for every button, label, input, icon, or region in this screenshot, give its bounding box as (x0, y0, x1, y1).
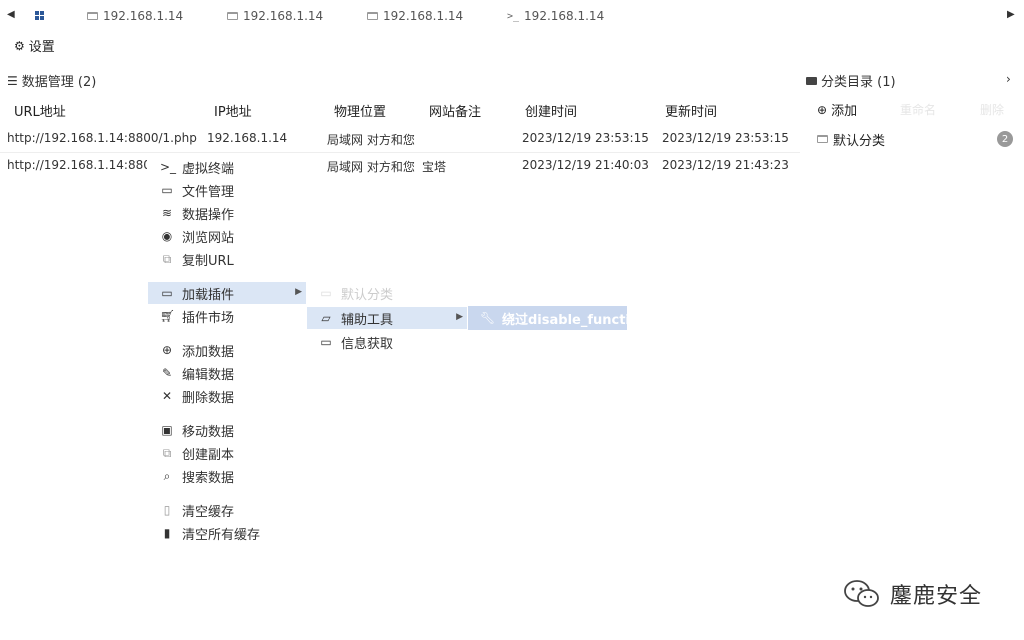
cell-updated: 2023/12/19 21:43:23 (662, 158, 789, 172)
chevron-right-icon[interactable]: › (1006, 72, 1011, 86)
cell-note: 宝塔 (422, 160, 447, 174)
move-icon: ▣ (161, 423, 173, 437)
list-icon: ☰ (7, 73, 18, 88)
trash-icon: ▮ (163, 526, 171, 540)
folder-open-icon: ▱ (321, 311, 331, 325)
category-item[interactable]: 默认分类 2 (817, 129, 1013, 149)
context-menu: >_ 虚拟终端 ▭ 文件管理 ≋ 数据操作 ◉ 浏览网站 ⧉ 复制URL ▭ 加载插件 ▶ … (148, 154, 306, 546)
data-panel-header: ☰ 数据管理 (2) (7, 73, 97, 91)
submenu-default-category[interactable]: ▭ 默认分类 (319, 282, 393, 304)
tools-submenu: 🔧︎ 绕过disable_functions (468, 306, 656, 330)
menu-copy-url[interactable]: ⧉ 复制URL (160, 248, 234, 270)
column-location[interactable]: 物理位置 (334, 101, 386, 120)
windows-icon[interactable] (35, 11, 44, 20)
cell-url: http://192.168.1.14:8800/1.php (7, 131, 197, 145)
submenu-arrow-icon: ▶ (456, 312, 463, 322)
cell-created: 2023/12/19 23:53:15 (522, 131, 649, 145)
submenu-tools[interactable]: ▱ 辅助工具 ▶ (307, 307, 467, 329)
menu-plugin-market[interactable]: 🛒︎ 插件市场 (160, 305, 234, 327)
folder-icon (87, 12, 98, 20)
menu-search-data[interactable]: ⌕ 搜索数据 (160, 465, 234, 487)
cart-icon: 🛒︎ (160, 309, 176, 323)
copy-icon: ⧉ (162, 445, 172, 460)
menu-add-data[interactable]: ⊕ 添加数据 (160, 339, 234, 361)
wrench-icon: 🔧︎ (480, 311, 496, 325)
tab-file-3[interactable]: 192.168.1.14 (367, 8, 463, 24)
menu-clear-all-cache[interactable]: ▮ 清空所有缓存 (160, 522, 260, 544)
cell-updated: 2023/12/19 23:53:15 (662, 131, 789, 145)
folder-icon: ▭ (320, 335, 332, 349)
copy-icon: ⧉ (162, 251, 172, 266)
menu-virtual-terminal[interactable]: >_ 虚拟终端 (160, 156, 234, 178)
cell-url: http://192.168.1.14:880 (7, 158, 147, 172)
folder-icon: ▭ (161, 286, 173, 300)
database-icon: ≋ (161, 206, 173, 220)
settings-button[interactable]: ⚙ 设置 (14, 36, 55, 56)
submenu-bypass-disable-functions[interactable]: 🔧︎ 绕过disable_functions (480, 307, 656, 329)
folder-icon: ▭ (161, 183, 173, 197)
folder-solid-icon (806, 76, 817, 85)
watermark: 鏖鹿安全 (842, 578, 982, 610)
menu-edit-data[interactable]: ✎ 编辑数据 (160, 362, 234, 384)
folder-icon (817, 135, 828, 143)
chrome-icon: ◉ (161, 229, 173, 243)
tab-terminal[interactable]: >_ 192.168.1.14 (507, 8, 604, 24)
scroll-right-icon[interactable]: ▶ (1007, 9, 1015, 20)
menu-clear-cache[interactable]: ▯ 清空缓存 (160, 499, 234, 521)
tab-label: 192.168.1.14 (243, 9, 324, 23)
tab-file-2[interactable]: 192.168.1.14 (227, 8, 323, 24)
close-icon: ✕ (161, 389, 173, 403)
menu-browse-site[interactable]: ◉ 浏览网站 (160, 225, 234, 247)
menu-file-manager[interactable]: ▭ 文件管理 (160, 179, 234, 201)
column-ip[interactable]: IP地址 (214, 101, 252, 120)
cell-created: 2023/12/19 21:40:03 (522, 158, 649, 172)
tab-label: 192.168.1.14 (524, 9, 605, 23)
count-badge: 2 (997, 131, 1013, 147)
cell-location: 局域网 对方和您 (327, 133, 415, 147)
submenu-arrow-icon: ▶ (295, 287, 302, 297)
menu-move-data[interactable]: ▣ 移动数据 (160, 419, 234, 441)
terminal-icon: >_ (160, 160, 177, 174)
search-icon: ⌕ (163, 468, 171, 483)
folder-icon: ▭ (320, 286, 332, 300)
menu-create-copy[interactable]: ⧉ 创建副本 (160, 442, 234, 464)
delete-category-button[interactable]: 删除 (980, 101, 1004, 118)
tab-label: 192.168.1.14 (103, 9, 184, 23)
edit-icon: ✎ (161, 366, 173, 380)
column-url[interactable]: URL地址 (14, 101, 66, 120)
column-created[interactable]: 创建时间 (525, 101, 577, 120)
cell-location: 局域网 对方和您 (327, 160, 415, 174)
tab-label: 192.168.1.14 (383, 9, 464, 23)
tab-file-1[interactable]: 192.168.1.14 (87, 8, 183, 24)
add-category-button[interactable]: ⊕ 添加 (817, 100, 857, 120)
column-updated[interactable]: 更新时间 (665, 101, 717, 120)
gear-icon: ⚙ (14, 38, 25, 53)
row-divider (0, 152, 800, 153)
column-note[interactable]: 网站备注 (429, 101, 481, 120)
rename-category-button[interactable]: 重命名 (900, 101, 936, 118)
menu-load-plugin[interactable]: ▭ 加载插件 ▶ (148, 282, 306, 304)
cell-ip: 192.168.1.14 (207, 131, 288, 145)
trash-outline-icon: ▯ (163, 503, 171, 517)
folder-icon (367, 12, 378, 20)
scroll-left-icon[interactable]: ◀ (7, 9, 15, 20)
menu-database[interactable]: ≋ 数据操作 (160, 202, 234, 224)
folder-icon (227, 12, 238, 20)
category-panel-header: 分类目录 (1) (806, 71, 896, 90)
plus-circle-icon: ⊕ (817, 102, 828, 117)
terminal-icon: >_ (507, 10, 520, 22)
tab-bar: ◀ 192.168.1.14 192.168.1.14 192.168.1.14… (0, 0, 1024, 32)
menu-delete-data[interactable]: ✕ 删除数据 (160, 385, 234, 407)
submenu-info-gathering[interactable]: ▭ 信息获取 (319, 331, 393, 353)
plus-circle-icon: ⊕ (161, 343, 173, 357)
plugin-submenu: ▭ 默认分类 ▱ 辅助工具 ▶ ▭ 信息获取 (307, 282, 467, 354)
wechat-icon (844, 580, 879, 607)
